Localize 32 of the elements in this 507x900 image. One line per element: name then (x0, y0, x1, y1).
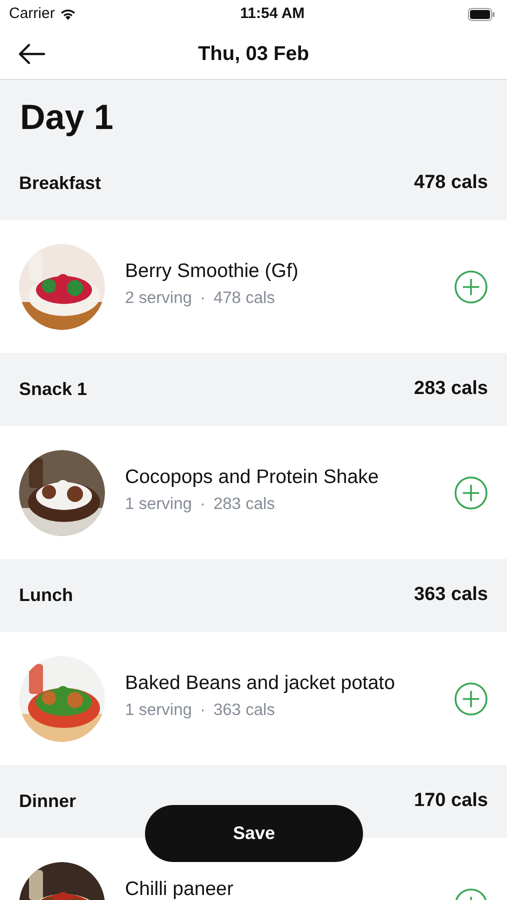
battery-icon (468, 8, 495, 20)
serving-count: 1 serving (125, 494, 192, 515)
wifi-icon (58, 8, 77, 20)
serving-count: 2 serving (125, 288, 192, 309)
meal-title: Breakfast (19, 172, 102, 195)
food-calories: 478 cals (213, 288, 275, 309)
food-name: Chilli paneer (125, 878, 234, 900)
day-title: Day 1 (20, 98, 114, 137)
add-button[interactable] (454, 270, 488, 304)
carrier-label: Carrier (9, 4, 55, 24)
meal-title: Snack 1 (19, 378, 88, 401)
separator-dot: · (200, 700, 206, 721)
save-button[interactable]: Save (145, 805, 363, 862)
food-calories: 283 cals (213, 494, 275, 515)
add-button[interactable] (454, 476, 488, 510)
add-button[interactable] (454, 682, 488, 716)
meal-calories: 170 cals (414, 789, 488, 814)
meal-title: Lunch (19, 584, 73, 607)
food-calories: 363 cals (213, 700, 275, 721)
clock-time: 11:54 AM (240, 4, 305, 24)
separator-dot: · (200, 288, 206, 309)
meal-title: Dinner (19, 790, 76, 813)
serving-count: 1 serving (125, 700, 192, 721)
food-name: Baked Beans and jacket potato (125, 672, 396, 694)
food-name: Berry Smoothie (Gf) (125, 260, 300, 282)
back-button[interactable] (18, 42, 46, 66)
date-title: Thu, 03 Feb (198, 42, 310, 66)
separator-dot: · (200, 494, 206, 515)
meal-calories: 478 cals (414, 171, 488, 196)
food-name: Cocopops and Protein Shake (125, 466, 380, 488)
meal-calories: 363 cals (414, 583, 488, 608)
meal-calories: 283 cals (414, 377, 488, 402)
